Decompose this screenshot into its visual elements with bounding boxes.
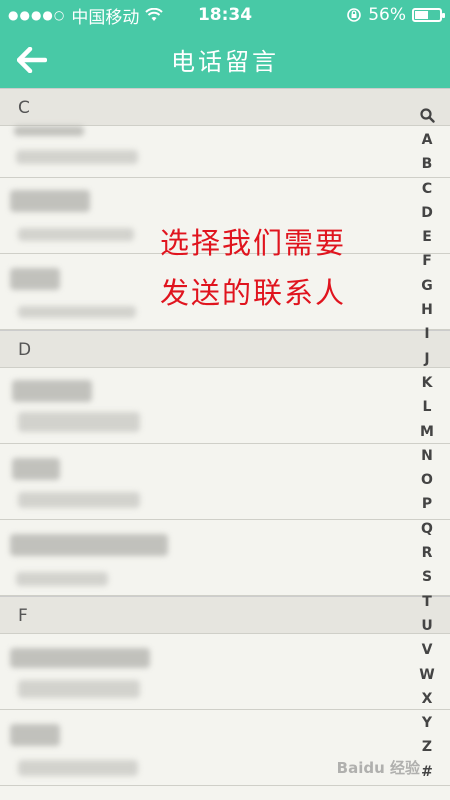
signal-icon: ●●●●○ [8,8,66,22]
battery-fill [415,11,429,19]
index-letter[interactable]: D [421,201,433,225]
search-icon[interactable] [419,102,435,128]
arrow-left-icon [17,47,47,73]
carrier-name: 中国移动 [71,7,140,28]
alphabet-index[interactable]: A B C D E F G H I J K L M N O P Q R S T … [412,102,442,784]
contact-row[interactable] [0,368,450,444]
section-header-d: D [0,330,450,368]
index-letter[interactable]: U [421,614,432,638]
index-letter[interactable]: W [419,663,434,687]
battery-percent: 56% [368,5,406,25]
contact-list[interactable]: C D F [0,88,450,800]
wifi-icon [145,8,164,21]
index-letter[interactable]: Z [422,735,432,759]
index-letter[interactable]: C [422,177,432,201]
index-letter[interactable]: F [422,249,432,273]
status-right: 56% [346,5,445,25]
index-letter[interactable]: G [421,274,433,298]
back-button[interactable] [14,42,50,78]
index-letter[interactable]: K [422,371,433,395]
contact-row[interactable] [0,520,450,596]
rotation-lock-icon [347,8,362,22]
annotation-line-1: 选择我们需要 [160,226,347,260]
section-header-f: F [0,596,450,634]
watermark: Baidu 经验 [336,759,420,777]
index-letter[interactable]: # [421,760,433,784]
status-left: ●●●●○ 中国移动 [8,3,164,28]
annotation-text: 选择我们需要 发送的联系人 [160,218,410,318]
index-letter[interactable]: T [422,590,432,614]
section-header-c: C [0,88,450,126]
index-letter[interactable]: N [421,444,433,468]
annotation-line-2: 发送的联系人 [160,276,347,310]
index-letter[interactable]: E [422,225,432,249]
index-letter[interactable]: Y [422,711,432,735]
nav-bar: 电话留言 [0,30,450,88]
contact-row[interactable] [0,444,450,520]
index-letter[interactable]: I [424,322,429,346]
battery-icon [412,8,445,22]
index-letter[interactable]: P [422,492,432,516]
index-letter[interactable]: H [421,298,433,322]
index-letter[interactable]: A [422,128,433,152]
index-letter[interactable]: L [423,395,432,419]
index-letter[interactable]: O [421,468,433,492]
index-letter[interactable]: V [422,638,433,662]
contact-row[interactable] [0,126,450,178]
index-letter[interactable]: R [422,541,433,565]
index-letter[interactable]: X [422,687,433,711]
index-letter[interactable]: J [424,347,429,371]
status-bar: ●●●●○ 中国移动 18:34 56% [0,0,450,30]
contact-row[interactable] [0,634,450,710]
index-letter[interactable]: B [422,152,433,176]
index-letter[interactable]: Q [421,517,433,541]
index-letter[interactable]: M [420,420,434,444]
page-title: 电话留言 [171,47,279,76]
index-letter[interactable]: S [422,565,432,589]
